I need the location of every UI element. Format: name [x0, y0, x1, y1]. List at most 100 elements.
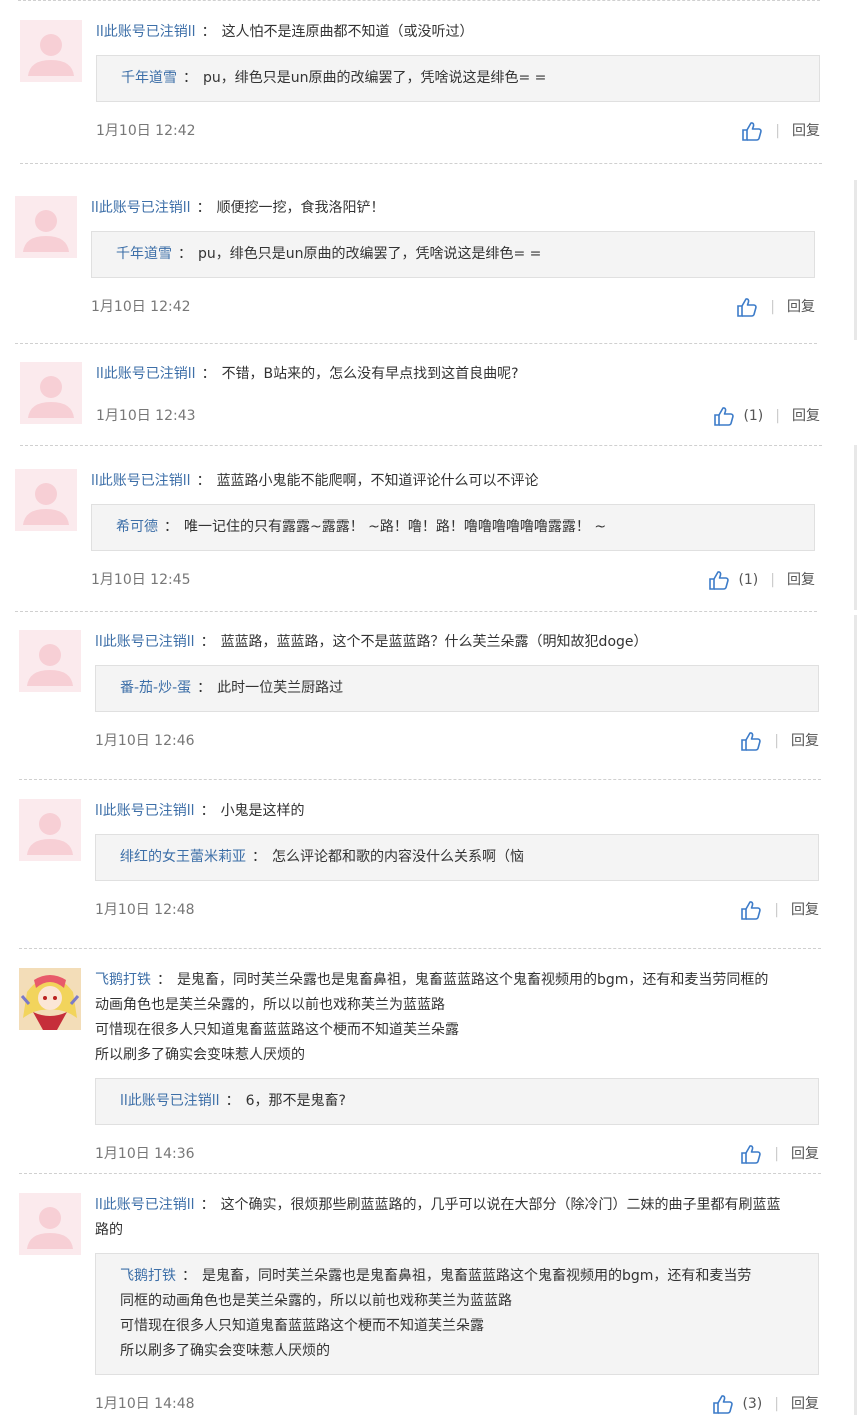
separator: ： — [182, 1268, 196, 1284]
separator: ： — [164, 519, 178, 535]
timestamp: 1月10日 12:45 — [91, 572, 191, 588]
comment-actions: | 回复 — [740, 897, 819, 923]
separator: ： — [252, 849, 266, 865]
action-divider: | — [770, 299, 775, 315]
like-count: (1) — [743, 408, 764, 424]
comment-meta: 1月10日 12:46 | 回复 — [95, 728, 819, 754]
reply-button[interactable]: 回复 — [791, 1391, 819, 1417]
avatar[interactable] — [19, 968, 81, 1030]
timestamp: 1月10日 12:42 — [91, 299, 191, 315]
username-link[interactable]: ll此账号已注销ll — [96, 366, 196, 382]
comment-body: ll此账号已注销ll ： 这人怕不是连原曲都不知道（或没听过） 千年道雪 ： pu，绯色只… — [96, 0, 820, 144]
action-divider: | — [770, 572, 775, 588]
username-link[interactable]: ll此账号已注销ll — [96, 24, 196, 40]
comment-line: 顺便挖一挖，食我洛阳铲！ — [216, 200, 385, 216]
timestamp: 1月10日 12:46 — [95, 733, 195, 749]
separator: ： — [196, 200, 211, 216]
separator: ： — [200, 1197, 215, 1213]
username-link[interactable]: 飞鹅打铁 — [95, 972, 151, 988]
separator: ： — [183, 70, 197, 86]
reply-button[interactable]: 回复 — [792, 403, 820, 429]
separator: ： — [157, 972, 171, 988]
avatar[interactable] — [20, 362, 82, 424]
separator: ： — [200, 803, 215, 819]
comment-meta: 1月10日 12:48 | 回复 — [95, 897, 819, 923]
quoted-line: pu，绯色只是un原曲的改编罢了，凭啥说这是绯色= = — [198, 246, 542, 262]
separator: ： — [178, 246, 192, 262]
username-link[interactable]: ll此账号已注销ll — [95, 1197, 195, 1213]
quoted-line: 可惜现在很多人只知道鬼畜蓝蓝路这个梗而不知道芙兰朵露 — [120, 1318, 484, 1334]
timestamp: 1月10日 12:43 — [96, 408, 196, 424]
quoted-username-link[interactable]: 千年道雪 — [121, 70, 177, 86]
separator: ： — [197, 680, 212, 696]
quoted-username-link[interactable]: ll此账号已注销ll — [120, 1093, 220, 1109]
reply-button[interactable]: 回复 — [792, 118, 820, 144]
thumbs-up-icon[interactable] — [736, 297, 758, 317]
avatar[interactable] — [19, 1193, 81, 1255]
comment-line: 这个确实，很烦那些刷蓝蓝路的，几乎可以说在大部分（除冷门）二妹的曲子里都有刷蓝蓝 — [220, 1197, 781, 1213]
comment-meta: 1月10日 14:36 | 回复 — [95, 1141, 819, 1167]
quoted-username-link[interactable]: 千年道雪 — [116, 246, 172, 262]
comment-page: { "reply_label": "回复", "sep": "：", "comm… — [0, 0, 857, 1424]
avatar[interactable] — [15, 469, 77, 531]
comment-body: ll此账号已注销ll ： 不错，B站来的，怎么没有早点找到这首良曲呢? 1月10日 1… — [96, 342, 820, 429]
comment-body: ll此账号已注销ll ： 蓝蓝路，蓝蓝路，这个不是蓝蓝路？什么芙兰朵露（明知故犯do… — [95, 610, 819, 754]
username-link[interactable]: ll此账号已注销ll — [91, 200, 191, 216]
comment-line: 这人怕不是连原曲都不知道（或没听过） — [221, 24, 474, 40]
comment-meta: 1月10日 14:48 (3) | 回复 — [95, 1391, 819, 1417]
comment-line: 所以刷多了确实会变味惹人厌烦的 — [95, 1047, 305, 1063]
comment-actions: | 回复 — [740, 1141, 819, 1167]
comment-body: ll此账号已注销ll ： 小鬼是这样的 绯红的女王蕾米莉亚 ： 怎么评论都和歌的内容没什么… — [95, 779, 819, 923]
comment-line: 路的 — [95, 1222, 123, 1238]
timestamp: 1月10日 12:48 — [95, 902, 195, 918]
reply-button[interactable]: 回复 — [791, 897, 819, 923]
reply-button[interactable]: 回复 — [787, 567, 815, 593]
comment-meta: 1月10日 12:45 (1) | 回复 — [91, 567, 815, 593]
quoted-reply: ll此账号已注销ll ： 6，那不是鬼畜? — [95, 1078, 819, 1125]
comment-line: 蓝蓝路小鬼能不能爬啊，不知道评论什么可以不评论 — [216, 473, 539, 489]
avatar[interactable] — [20, 20, 82, 82]
separator: ： — [225, 1093, 240, 1109]
thumbs-up-icon[interactable] — [740, 731, 762, 751]
reply-button[interactable]: 回复 — [787, 294, 815, 320]
comment-body: 飞鹅打铁 ： 是鬼畜，同时芙兰朵露也是鬼畜鼻祖，鬼畜蓝蓝路这个鬼畜视频用的bgm，还… — [95, 948, 819, 1167]
quoted-line: 此时一位芙兰厨路过 — [217, 680, 344, 696]
thumbs-up-icon[interactable] — [713, 406, 735, 426]
comment-meta: 1月10日 12:42 | 回复 — [91, 294, 815, 320]
thumbs-up-icon[interactable] — [740, 1144, 762, 1164]
timestamp: 1月10日 14:48 — [95, 1396, 195, 1412]
reply-button[interactable]: 回复 — [791, 728, 819, 754]
quoted-username-link[interactable]: 希可德 — [116, 519, 158, 535]
comment-line: 是鬼畜，同时芙兰朵露也是鬼畜鼻祖，鬼畜蓝蓝路这个鬼畜视频用的bgm，还有和麦当劳… — [177, 972, 769, 988]
thumbs-up-icon[interactable] — [741, 121, 763, 141]
comment-line: 蓝蓝路，蓝蓝路，这个不是蓝蓝路？什么芙兰朵露（明知故犯doge） — [220, 634, 648, 650]
username-link[interactable]: ll此账号已注销ll — [95, 803, 195, 819]
thumbs-up-icon[interactable] — [712, 1394, 734, 1414]
comment-text: ll此账号已注销ll ： 这个确实，很烦那些刷蓝蓝路的，几乎可以说在大部分（除冷门）… — [95, 1193, 819, 1243]
comment-line: 小鬼是这样的 — [220, 803, 305, 819]
avatar[interactable] — [19, 630, 81, 692]
quoted-username-link[interactable]: 番-茄-炒-蛋 — [120, 680, 191, 696]
avatar[interactable] — [19, 799, 81, 861]
quoted-line: 同框的动画角色也是芙兰朵露的，所以以前也戏称芙兰为蓝蓝路 — [120, 1293, 512, 1309]
like-count: (3) — [742, 1396, 763, 1412]
comment-actions: (1) | 回复 — [708, 567, 815, 593]
comment-text: ll此账号已注销ll ： 蓝蓝路，蓝蓝路，这个不是蓝蓝路？什么芙兰朵露（明知故犯do… — [95, 630, 819, 655]
thumbs-up-icon[interactable] — [708, 570, 730, 590]
action-divider: | — [774, 1396, 779, 1412]
comment-actions: | 回复 — [736, 294, 815, 320]
quoted-reply: 千年道雪 ： pu，绯色只是un原曲的改编罢了，凭啥说这是绯色= = — [96, 55, 820, 102]
username-link[interactable]: ll此账号已注销ll — [95, 634, 195, 650]
comment-text: 飞鹅打铁 ： 是鬼畜，同时芙兰朵露也是鬼畜鼻祖，鬼畜蓝蓝路这个鬼畜视频用的bgm，还… — [95, 968, 819, 1068]
quoted-line: pu，绯色只是un原曲的改编罢了，凭啥说这是绯色= = — [203, 70, 547, 86]
quoted-username-link[interactable]: 绯红的女王蕾米莉亚 — [120, 849, 246, 865]
quoted-username-link[interactable]: 飞鹅打铁 — [120, 1268, 176, 1284]
thumbs-up-icon[interactable] — [740, 900, 762, 920]
comment-actions: | 回复 — [741, 118, 820, 144]
comment-body: ll此账号已注销ll ： 这个确实，很烦那些刷蓝蓝路的，几乎可以说在大部分（除冷门）… — [95, 1173, 819, 1417]
quoted-line: 是鬼畜，同时芙兰朵露也是鬼畜鼻祖，鬼畜蓝蓝路这个鬼畜视频用的bgm，还有和麦当劳 — [202, 1268, 752, 1284]
username-link[interactable]: ll此账号已注销ll — [91, 473, 191, 489]
avatar[interactable] — [15, 196, 77, 258]
separator: ： — [201, 24, 216, 40]
reply-button[interactable]: 回复 — [791, 1141, 819, 1167]
